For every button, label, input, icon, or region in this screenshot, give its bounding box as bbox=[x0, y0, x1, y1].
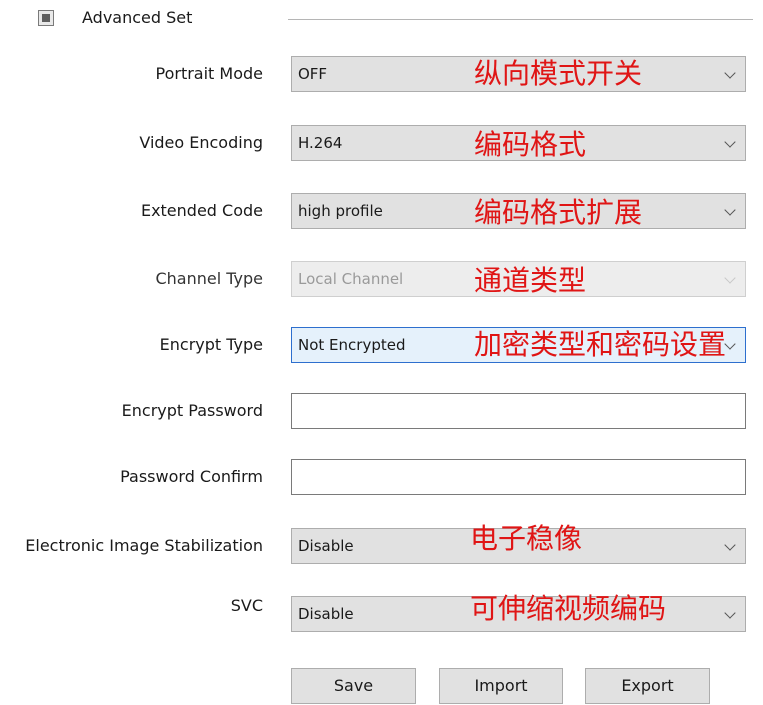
channel-type-label: Channel Type bbox=[155, 269, 263, 288]
extended-code-label: Extended Code bbox=[140, 201, 263, 220]
encrypt-type-select[interactable]: Not Encrypted bbox=[291, 327, 746, 363]
chevron-down-icon bbox=[724, 204, 736, 216]
video-encoding-value: H.264 bbox=[298, 134, 343, 152]
chevron-down-icon bbox=[724, 539, 736, 551]
chevron-down-icon bbox=[724, 338, 736, 350]
encrypt-type-value: Not Encrypted bbox=[298, 336, 406, 354]
video-encoding-row: Video Encoding H.264 编码格式 bbox=[0, 125, 763, 161]
svc-value: Disable bbox=[298, 605, 354, 623]
advanced-set-header: Advanced Set bbox=[38, 6, 763, 32]
import-button[interactable]: Import bbox=[439, 668, 563, 704]
encrypt-type-label: Encrypt Type bbox=[159, 335, 263, 354]
encrypt-type-row: Encrypt Type Not Encrypted 加密类型和密码设置 bbox=[0, 327, 763, 363]
export-button[interactable]: Export bbox=[585, 668, 710, 704]
extended-code-select[interactable]: high profile bbox=[291, 193, 746, 229]
svc-row: SVC Disable 可伸缩视频编码 bbox=[0, 593, 763, 632]
encrypt-password-label: Encrypt Password bbox=[121, 401, 263, 420]
channel-type-row: Channel Type Local Channel 通道类型 bbox=[0, 261, 763, 297]
portrait-mode-label: Portrait Mode bbox=[155, 64, 264, 83]
encrypt-password-input[interactable] bbox=[291, 393, 746, 429]
password-confirm-row: Password Confirm bbox=[0, 459, 763, 495]
extended-code-value: high profile bbox=[298, 202, 383, 220]
eis-row: Electronic Image Stabilization Disable 电… bbox=[0, 523, 763, 564]
eis-value: Disable bbox=[298, 537, 354, 555]
svc-select[interactable]: Disable bbox=[291, 596, 746, 632]
section-title: Advanced Set bbox=[82, 8, 193, 27]
portrait-mode-select[interactable]: OFF bbox=[291, 56, 746, 92]
eis-select[interactable]: Disable bbox=[291, 528, 746, 564]
encrypt-password-row: Encrypt Password bbox=[0, 393, 763, 429]
chevron-down-icon bbox=[724, 607, 736, 619]
save-button[interactable]: Save bbox=[291, 668, 416, 704]
extended-code-row: Extended Code high profile 编码格式扩展 bbox=[0, 193, 763, 229]
collapse-toggle-icon[interactable] bbox=[38, 10, 54, 26]
chevron-down-icon bbox=[724, 272, 736, 284]
eis-label: Electronic Image Stabilization bbox=[25, 536, 263, 555]
chevron-down-icon bbox=[724, 67, 736, 79]
section-divider bbox=[288, 19, 753, 20]
portrait-mode-value: OFF bbox=[298, 65, 328, 83]
chevron-down-icon bbox=[724, 136, 736, 148]
video-encoding-label: Video Encoding bbox=[139, 133, 263, 152]
channel-type-value: Local Channel bbox=[298, 270, 404, 288]
password-confirm-input[interactable] bbox=[291, 459, 746, 495]
svc-label: SVC bbox=[230, 596, 263, 615]
channel-type-select: Local Channel bbox=[291, 261, 746, 297]
password-confirm-label: Password Confirm bbox=[120, 467, 263, 486]
video-encoding-select[interactable]: H.264 bbox=[291, 125, 746, 161]
portrait-mode-row: Portrait Mode OFF 纵向模式开关 bbox=[0, 56, 763, 92]
